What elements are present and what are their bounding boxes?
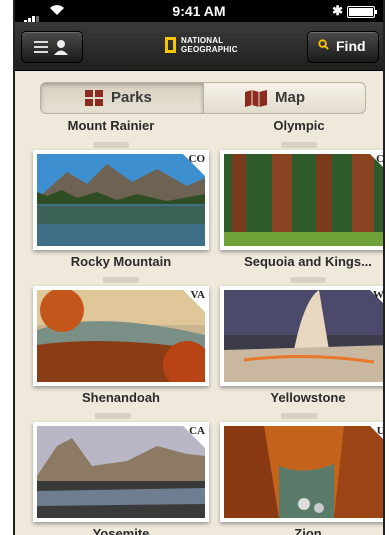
status-time: 9:41 AM: [172, 3, 226, 19]
state-badge: WY: [373, 289, 385, 301]
park-name: Zion: [294, 526, 322, 535]
park-photo: [220, 150, 383, 250]
battery-icon: [347, 6, 377, 18]
logo-text: NATIONAL GEOGRAPHIC: [181, 36, 238, 54]
find-button[interactable]: Find: [307, 31, 379, 63]
card-clip: [290, 277, 326, 283]
park-name-previous: Olympic: [273, 118, 325, 133]
state-badge: UT: [376, 425, 385, 437]
state-badge: CA: [376, 153, 385, 165]
park-name: Yellowstone: [270, 390, 346, 405]
state-badge: VA: [190, 289, 205, 301]
status-bar: 9:41 AM ✱: [15, 0, 383, 25]
bluetooth-icon: ✱: [332, 3, 343, 18]
state-badge: CO: [188, 153, 206, 165]
park-photo: [220, 422, 383, 522]
tab-map-label: Map: [275, 89, 305, 106]
park-name-previous: Mount Rainier: [67, 118, 155, 133]
grid-icon: [85, 90, 103, 106]
park-photo: [220, 286, 383, 386]
card-clip: [93, 142, 129, 148]
person-icon: [54, 40, 68, 55]
app-screen: 9:41 AM ✱ NATIONAL GEOGRAPHIC Find Parks…: [13, 0, 385, 535]
card-clip: [281, 142, 317, 148]
card-clip: [281, 413, 317, 419]
search-icon: [318, 39, 329, 50]
park-name: Rocky Mountain: [70, 254, 172, 269]
view-segmented-control: Parks Map: [40, 82, 366, 114]
navigation-bar: NATIONAL GEOGRAPHIC Find: [15, 22, 383, 71]
yellow-border-icon: [165, 37, 176, 53]
menu-profile-button[interactable]: [21, 31, 83, 63]
find-label: Find: [336, 38, 366, 54]
park-name: Shenandoah: [81, 390, 160, 405]
tab-map[interactable]: Map: [203, 83, 365, 113]
park-name: Yosemite: [92, 526, 150, 535]
state-badge: CA: [189, 425, 205, 437]
park-name: Sequoia and Kings...: [244, 254, 372, 269]
card-clip: [95, 413, 131, 419]
tab-parks[interactable]: Parks: [41, 83, 204, 113]
tab-parks-label: Parks: [111, 89, 152, 106]
card-clip: [103, 277, 139, 283]
list-icon: [34, 41, 48, 56]
map-icon: [245, 90, 267, 107]
